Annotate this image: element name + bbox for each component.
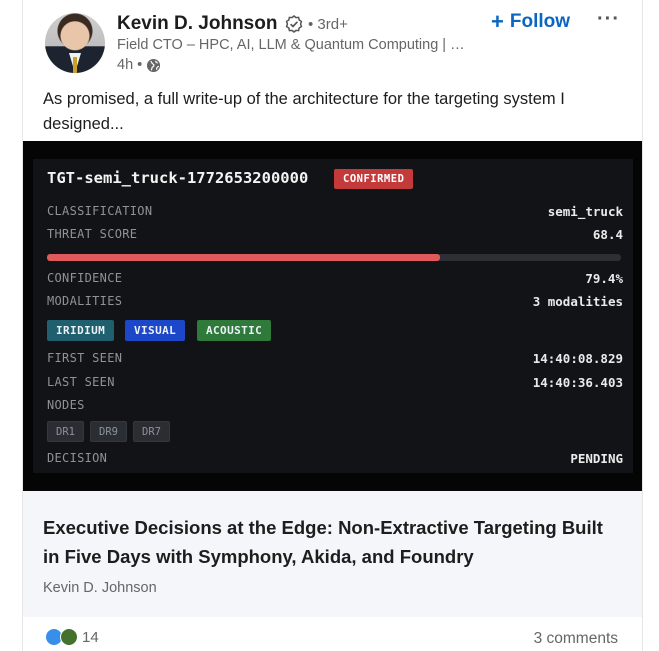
post-image[interactable]: TGT-semi_truck-1772653200000 CONFIRMED C…: [23, 141, 642, 491]
reactions-summary[interactable]: 14: [45, 628, 99, 646]
modality-tag-acoustic: ACOUSTIC: [197, 320, 272, 341]
threat-score-value: 68.4: [592, 227, 623, 242]
verified-icon: [285, 15, 303, 33]
target-id: TGT-semi_truck-1772653200000: [47, 169, 309, 187]
last-seen-value: 14:40:36.403: [532, 375, 623, 390]
article-author: Kevin D. Johnson: [43, 580, 157, 596]
follow-label: Follow: [509, 11, 571, 32]
target-panel: TGT-semi_truck-1772653200000 CONFIRMED C…: [33, 159, 633, 473]
threat-score-label: THREAT SCORE: [47, 227, 138, 241]
threat-score-bar-fill: [47, 254, 440, 261]
modalities-value: 3 modalities: [532, 294, 623, 309]
modality-tag-visual: VISUAL: [125, 320, 186, 341]
threat-score-bar: [47, 254, 621, 261]
article-title[interactable]: Executive Decisions at the Edge: Non-Ext…: [43, 513, 603, 571]
connection-degree: • 3rd+: [308, 16, 348, 33]
decision-value: PENDING: [570, 451, 623, 466]
article-link[interactable]: Executive Decisions at the Edge: Non-Ext…: [23, 491, 642, 617]
post-card: Kevin D. Johnson • 3rd+ Field CTO – HPC,…: [22, 0, 643, 651]
node-tag: DR7: [133, 421, 170, 442]
plus-icon: +: [491, 9, 504, 34]
avatar[interactable]: [45, 13, 105, 73]
node-tag: DR9: [90, 421, 127, 442]
comments-link[interactable]: 3 comments: [534, 630, 618, 648]
post-text: As promised, a full write-up of the arch…: [43, 90, 565, 133]
nodes-label: NODES: [47, 398, 85, 412]
post-time: 4h •: [117, 57, 143, 73]
author-headline: Field CTO – HPC, AI, LLM & Quantum Compu…: [117, 37, 465, 53]
modality-tag-iridium: IRIDIUM: [47, 320, 115, 341]
classification-label: CLASSIFICATION: [47, 204, 153, 218]
globe-icon: [147, 58, 161, 72]
confidence-value: 79.4%: [585, 271, 623, 286]
last-seen-label: LAST SEEN: [47, 375, 115, 389]
celebrate-icon: [60, 628, 78, 646]
classification-value: semi_truck: [547, 204, 623, 219]
more-options-icon[interactable]: ···: [597, 8, 620, 31]
post-meta: 4h •: [117, 57, 161, 73]
reaction-count: 14: [82, 628, 99, 646]
status-badge: CONFIRMED: [334, 169, 414, 189]
confidence-label: CONFIDENCE: [47, 271, 123, 285]
author-name[interactable]: Kevin D. Johnson: [117, 13, 277, 35]
decision-label: DECISION: [47, 451, 108, 465]
first-seen-value: 14:40:08.829: [532, 351, 623, 366]
modalities-label: MODALITIES: [47, 294, 123, 308]
node-tag: DR1: [47, 421, 84, 442]
first-seen-label: FIRST SEEN: [47, 351, 123, 365]
follow-button[interactable]: + Follow: [491, 11, 570, 33]
